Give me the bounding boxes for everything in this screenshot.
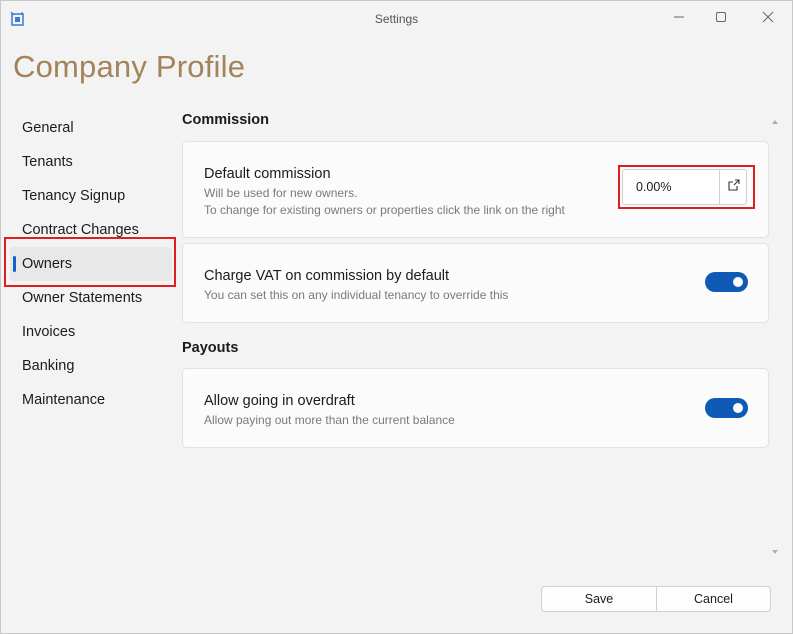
overdraft-title: Allow going in overdraft — [204, 393, 355, 409]
sidebar-item-banking[interactable]: Banking — [10, 349, 172, 383]
commission-section-title: Commission — [182, 112, 270, 128]
maximize-button[interactable] — [698, 1, 744, 37]
vat-commission-desc: You can set this on any individual tenan… — [204, 288, 509, 302]
sidebar-item-label: Owners — [22, 256, 72, 272]
sidebar-item-label: Maintenance — [22, 392, 106, 408]
default-commission-desc-1: Will be used for new owners. — [204, 186, 358, 200]
page-title: Company Profile — [13, 49, 246, 84]
minimize-icon — [673, 10, 685, 28]
toggle-knob — [733, 277, 743, 287]
sidebar-item-label: Banking — [22, 358, 75, 374]
overdraft-desc: Allow paying out more than the current b… — [204, 413, 455, 427]
sidebar-item-contract-changes[interactable]: Contract Changes — [10, 213, 172, 247]
toggle-knob — [733, 403, 743, 413]
sidebar-item-label: Tenants — [22, 154, 73, 170]
sidebar-item-tenants[interactable]: Tenants — [10, 145, 172, 179]
settings-sidebar: General Tenants Tenancy Signup Contract … — [10, 111, 172, 417]
default-commission-field — [622, 169, 747, 205]
default-commission-desc-2: To change for existing owners or propert… — [204, 203, 565, 217]
sidebar-item-invoices[interactable]: Invoices — [10, 315, 172, 349]
sidebar-item-owner-statements[interactable]: Owner Statements — [10, 281, 172, 315]
sidebar-item-label: Contract Changes — [22, 222, 139, 238]
open-external-icon — [727, 178, 741, 197]
default-commission-title: Default commission — [204, 166, 331, 182]
minimize-button[interactable] — [656, 1, 702, 37]
close-button[interactable] — [745, 1, 791, 37]
vat-commission-title: Charge VAT on commission by default — [204, 268, 450, 284]
overdraft-card: Allow going in overdraft Allow paying ou… — [182, 368, 769, 448]
title-bar: Settings — [1, 1, 792, 37]
save-button[interactable]: Save — [541, 586, 657, 612]
vat-commission-card: Charge VAT on commission by default You … — [182, 243, 769, 323]
payouts-section-title: Payouts — [182, 340, 239, 356]
overdraft-toggle[interactable] — [705, 398, 748, 418]
settings-window: Settings Company Profile General Tenants… — [0, 0, 793, 634]
cancel-button[interactable]: Cancel — [656, 586, 771, 612]
maximize-icon — [715, 10, 727, 28]
content-scrollbar[interactable] — [769, 111, 781, 554]
sidebar-item-owners[interactable]: Owners — [10, 247, 172, 281]
sidebar-item-label: Tenancy Signup — [22, 188, 126, 204]
scroll-down-icon[interactable] — [771, 543, 779, 554]
scroll-up-icon[interactable] — [771, 113, 779, 124]
sidebar-item-label: Owner Statements — [22, 290, 143, 306]
sidebar-item-tenancy-signup[interactable]: Tenancy Signup — [10, 179, 172, 213]
sidebar-item-maintenance[interactable]: Maintenance — [10, 383, 172, 417]
vat-commission-toggle[interactable] — [705, 272, 748, 292]
sidebar-item-label: General — [22, 120, 74, 136]
close-icon — [762, 10, 774, 28]
apply-to-existing-button[interactable] — [719, 170, 747, 204]
default-commission-input[interactable] — [623, 170, 719, 204]
sidebar-item-label: Invoices — [22, 324, 76, 340]
sidebar-item-general[interactable]: General — [10, 111, 172, 145]
